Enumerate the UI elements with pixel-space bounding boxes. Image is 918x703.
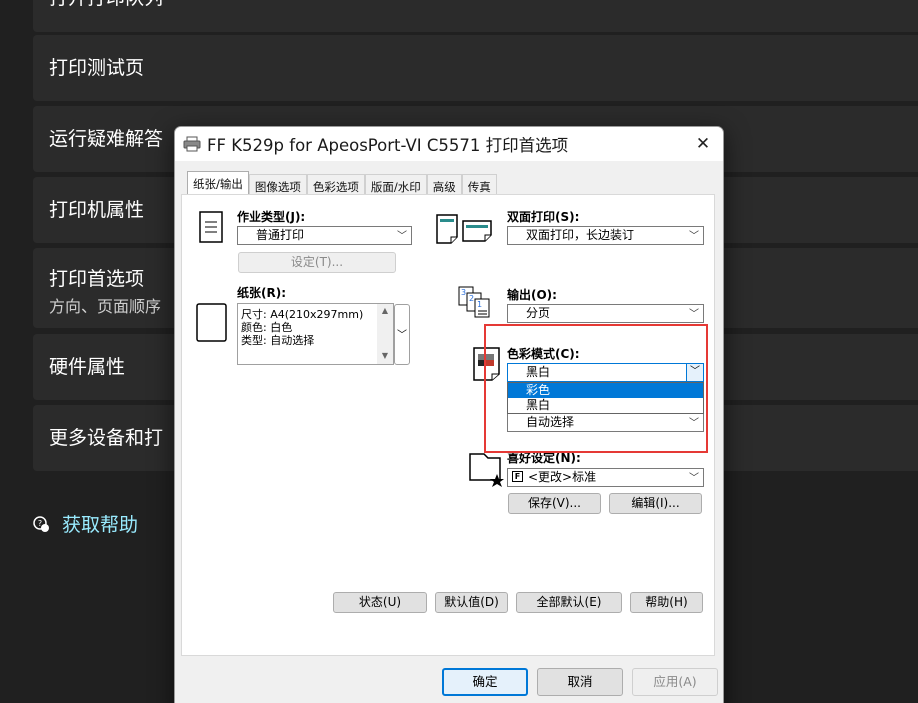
paper-summary-box: 尺寸: A4(210x297mm) 颜色: 白色 类型: 自动选择 ▲ ▼	[237, 303, 394, 365]
output-value: 分页	[526, 306, 551, 320]
favorites-select[interactable]: F <更改>标准 ﹀	[507, 468, 704, 487]
output-label: 输出(O):	[507, 288, 557, 302]
dialog-title: FF K529p for ApeosPort-VI C5571 打印首选项	[207, 136, 569, 155]
duplex-select[interactable]: 双面打印，长边装订 ﹀	[507, 226, 704, 245]
collate-icon: 321	[458, 286, 490, 318]
apply-button[interactable]: 应用(A)	[632, 668, 718, 696]
tab-advanced[interactable]: 高级	[426, 174, 462, 194]
save-favorite-button[interactable]: 保存(V)...	[508, 493, 601, 514]
favorites-folder-icon	[469, 453, 504, 487]
job-type-value: 普通打印	[256, 228, 305, 242]
duplex-value: 双面打印，长边装订	[526, 228, 635, 242]
chevron-down-icon: ﹀	[397, 231, 407, 242]
edit-favorite-button[interactable]: 编辑(I)...	[609, 493, 702, 514]
svg-text:2: 2	[469, 294, 474, 303]
favorites-value: <更改>标准	[528, 470, 597, 484]
favorite-f-icon: F	[512, 471, 523, 482]
chevron-down-icon: ﹀	[397, 330, 407, 341]
settings-item-label: 运行疑难解答	[49, 128, 164, 150]
svg-text:1: 1	[477, 300, 482, 309]
annotation-highlight-box	[484, 324, 708, 453]
settings-item-label: 打印机属性	[49, 199, 145, 221]
get-help-row[interactable]: ? 获取帮助	[32, 510, 138, 537]
job-type-label: 作业类型(J):	[237, 210, 306, 224]
settings-item-label: 打印测试页	[49, 57, 145, 79]
paper-color-line: 颜色: 白色	[241, 321, 293, 334]
paper-scrollbar[interactable]: ▲ ▼	[377, 304, 393, 364]
all-defaults-button[interactable]: 全部默认(E)	[516, 592, 622, 613]
help-chat-icon: ?	[33, 515, 49, 532]
scroll-down-icon[interactable]: ▼	[377, 349, 393, 362]
svg-text:3: 3	[461, 288, 466, 297]
ok-button[interactable]: 确定	[442, 668, 528, 696]
get-help-link[interactable]: 获取帮助	[62, 510, 138, 537]
settings-item-open-queue[interactable]: 打开打印队列	[33, 0, 918, 32]
help-button[interactable]: 帮助(H)	[630, 592, 703, 613]
duplex-icon	[436, 214, 492, 244]
paper-type-line: 类型: 自动选择	[241, 334, 315, 347]
chevron-down-icon: ﹀	[689, 309, 699, 320]
job-type-select[interactable]: 普通打印 ﹀	[237, 226, 412, 245]
dialog-titlebar[interactable]: FF K529p for ApeosPort-VI C5571 打印首选项 ✕	[175, 127, 723, 161]
settings-item-label: 更多设备和打	[49, 427, 164, 449]
paper-label: 纸张(R):	[237, 286, 287, 300]
scroll-up-icon[interactable]: ▲	[377, 304, 393, 317]
defaults-button[interactable]: 默认值(D)	[435, 592, 508, 613]
tab-color-options[interactable]: 色彩选项	[306, 174, 365, 194]
settings-item-label: 硬件属性	[49, 356, 126, 378]
settings-item-label: 打开打印队列	[49, 0, 163, 9]
status-button[interactable]: 状态(U)	[333, 592, 427, 613]
output-select[interactable]: 分页 ﹀	[507, 304, 704, 323]
tab-image-options[interactable]: 图像选项	[248, 174, 307, 194]
chevron-down-icon: ﹀	[689, 473, 699, 484]
settings-item-test-page[interactable]: 打印测试页	[33, 35, 918, 101]
cancel-button[interactable]: 取消	[537, 668, 623, 696]
duplex-label: 双面打印(S):	[507, 210, 580, 224]
chevron-down-icon: ﹀	[689, 231, 699, 242]
paper-expand-button[interactable]: ﹀	[394, 304, 410, 365]
tab-paper-output[interactable]: 纸张/输出	[187, 171, 249, 195]
tab-strip: 纸张/输出 图像选项 色彩选项 版面/水印 高级 传真	[187, 171, 497, 195]
job-settings-button[interactable]: 设定(T)...	[238, 252, 396, 273]
tab-layout-watermark[interactable]: 版面/水印	[364, 174, 427, 194]
printer-icon	[183, 136, 201, 152]
svg-text:?: ?	[38, 519, 42, 528]
paper-icon	[196, 303, 227, 342]
paper-size-line: 尺寸: A4(210x297mm)	[241, 308, 364, 321]
close-button[interactable]: ✕	[683, 127, 723, 161]
tab-fax[interactable]: 传真	[461, 174, 497, 194]
document-icon	[199, 211, 223, 243]
